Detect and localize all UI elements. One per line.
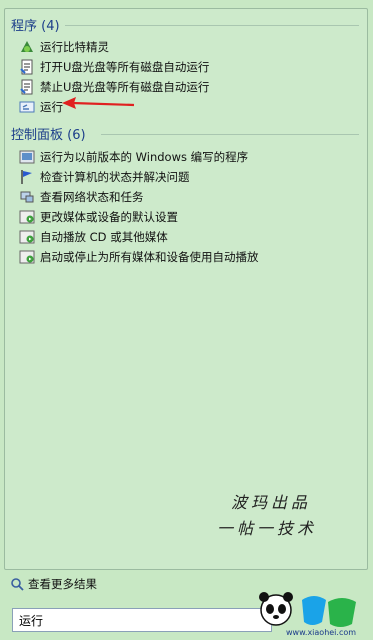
cp-item-label: 检查计算机的状态并解决问题 — [40, 170, 190, 184]
cp-item-autoplay-all[interactable]: 启动或停止为所有媒体和设备使用自动播放 — [19, 247, 259, 267]
cp-item-default-media[interactable]: 更改媒体或设备的默认设置 — [19, 207, 178, 227]
signature-line-1: 波玛出品 — [231, 493, 312, 512]
control-panel-group-header[interactable]: 控制面板 (6) — [11, 124, 86, 143]
script-file-icon — [19, 79, 35, 95]
search-input[interactable]: 运行 — [12, 608, 272, 632]
cp-item-compatibility[interactable]: 运行为以前版本的 Windows 编写的程序 — [19, 147, 248, 167]
programs-group-header[interactable]: 程序 (4) — [11, 15, 60, 34]
cp-item-network[interactable]: 查看网络状态和任务 — [19, 187, 144, 207]
annotation-arrow — [62, 97, 135, 109]
group-divider — [101, 134, 359, 135]
search-icon — [10, 577, 24, 591]
program-item-enable-autorun[interactable]: 打开U盘光盘等所有磁盘自动运行 — [19, 57, 209, 77]
program-item-label: 打开U盘光盘等所有磁盘自动运行 — [40, 60, 210, 74]
see-more-label: 查看更多结果 — [28, 577, 97, 591]
bitspirit-icon — [19, 39, 35, 55]
autoplay-icon — [19, 229, 35, 245]
program-item-run[interactable]: 运行 — [19, 97, 63, 117]
see-more-results-link[interactable]: 查看更多结果 — [10, 576, 97, 592]
network-icon — [19, 189, 35, 205]
program-item-bitspirit[interactable]: 运行比特精灵 — [19, 37, 109, 57]
autoplay-icon — [19, 209, 35, 225]
cp-item-label: 查看网络状态和任务 — [40, 190, 144, 204]
cp-item-autoplay-cd[interactable]: 自动播放 CD 或其他媒体 — [19, 227, 168, 247]
compatibility-icon — [19, 149, 35, 165]
action-center-flag-icon — [19, 169, 35, 185]
run-icon — [19, 99, 35, 115]
cp-item-label: 自动播放 CD 或其他媒体 — [40, 230, 168, 244]
signature-line-2: 一帖一技术 — [217, 519, 318, 538]
cp-item-label: 启动或停止为所有媒体和设备使用自动播放 — [40, 250, 259, 264]
start-menu: 程序 (4) 运行比特精灵 打开U盘光盘等所有磁盘自动运行 禁止U盘光盘等所有磁… — [0, 0, 373, 640]
autoplay-icon — [19, 249, 35, 265]
group-divider — [65, 25, 359, 26]
cp-item-label: 运行为以前版本的 Windows 编写的程序 — [40, 150, 249, 164]
watermark-url: www.xiaohei.com — [286, 628, 357, 637]
cp-item-action-center[interactable]: 检查计算机的状态并解决问题 — [19, 167, 190, 187]
cp-item-label: 更改媒体或设备的默认设置 — [40, 210, 178, 224]
program-item-label: 运行比特精灵 — [40, 40, 109, 54]
script-file-icon — [19, 59, 35, 75]
